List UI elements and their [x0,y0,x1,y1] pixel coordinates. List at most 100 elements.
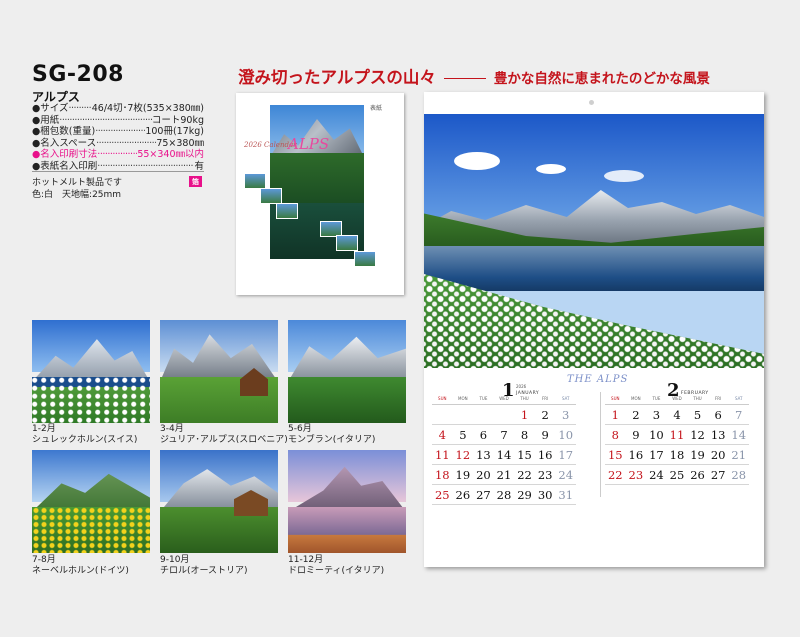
day-cell: 15 [517,447,532,462]
spec-label: ●サイズ [32,103,69,114]
day-cell: 22 [517,467,532,482]
day-cell: 30 [537,487,553,502]
day-cell: 27 [476,487,491,502]
day-cell: 17 [649,447,664,462]
day-cell: 11 [669,427,685,442]
cover-thumbnail[interactable]: 2026 Calendar ALPS 表紙 [236,93,404,295]
day-cell: 22 [607,467,623,482]
day-cell: 1 [611,407,619,422]
spec-label: ●名入印刷寸法 [32,149,98,161]
spec-item: ●用紙 コート90kg [32,115,204,127]
month-thumbnail-11-12[interactable] [288,450,406,553]
weekday-label: TUE [652,396,661,401]
month-thumbnail-9-10[interactable] [160,450,278,553]
month-year-1: 2026 [516,384,527,389]
week-row: 18 19 20 21 22 23 24 [432,465,576,485]
day-cell: 20 [710,447,726,462]
weekday-header: SUN MON TUE WED THU FRI SAT [605,396,749,405]
spec-label: ●用紙 [32,114,60,126]
caption-place: ドロミーティ(イタリア) [288,566,385,576]
cover-mini-photo [354,251,376,267]
day-cell: 17 [558,447,574,462]
weekday-label: FRI [715,396,722,401]
month-thumbnail-7-8[interactable] [32,450,150,553]
day-cell: 27 [710,467,726,482]
month-thumbnail-3-4[interactable] [160,320,278,423]
caption-place: ジュリア･アルプス(スロベニア) [160,435,288,445]
spec-leader-dots [95,126,145,138]
photo-cloud [454,152,500,170]
day-cell: 28 [496,487,512,502]
photo-cloud [536,164,566,174]
tagline-dash [443,78,486,79]
color-note: 色:白 天地幅:25mm [32,190,122,200]
day-cell: 7 [735,407,743,422]
cover-mini-photo [260,188,282,204]
spec-leader-dots [69,103,92,115]
spec-divider [32,171,204,172]
day-cell: 19 [455,467,471,482]
spec-value: 75×380㎜ [156,137,204,149]
thumb-reflection [288,506,406,553]
day-cell: 15 [607,447,623,462]
day-cell: 18 [434,467,450,482]
thumb-flowers [32,506,150,553]
caption-period: 5-6月 [288,424,312,434]
spec-label: ●名入スペース [32,137,97,149]
day-cell: 18 [669,447,685,462]
thumb-meadow [32,376,150,423]
weekday-label: MON [631,396,641,401]
weekday-label: THU [693,396,702,401]
day-cell: 29 [517,487,532,502]
day-cell: 10 [649,427,664,442]
calendar-sample-page[interactable]: THE ALPS 1 2026 JANUARY 2 FEBRUARY SUN MO… [424,92,764,567]
day-cell: 24 [649,467,664,482]
day-cell: 14 [731,427,747,442]
thumb-forest [288,376,406,423]
day-cell: 24 [558,467,574,482]
weekday-label: WED [672,396,682,401]
caption-place: ネーベルホルン(ドイツ) [32,566,129,576]
day-cell: 9 [541,427,549,442]
day-cell: 25 [434,487,450,502]
photo-cloud [604,170,644,182]
weekday-header: SUN MON TUE WED THU FRI SAT [432,396,576,405]
day-cell: 26 [455,487,471,502]
day-cell: 2 [632,407,640,422]
spec-leader-dots [59,115,152,127]
cover-mini-photo [276,203,298,219]
product-code: SG-208 [32,62,124,87]
day-cell: 2 [541,407,549,422]
month-caption: 7-8月 ネーベルホルン(ドイツ) [32,555,129,577]
weekday-label: WED [499,396,509,401]
cover-mini-photo [244,173,266,189]
cover-brand: ALPS [288,135,330,153]
weekday-label: SAT [561,396,570,401]
day-cell: 25 [669,467,685,482]
spec-label: ●梱包数(重量) [32,126,96,138]
week-row: 4 5 6 7 8 9 10 [432,425,576,445]
spec-item: ●梱包数(重量) 100冊(17kg) [32,126,204,138]
day-cell: 16 [537,447,553,462]
day-cell: 11 [434,447,450,462]
day-cell: 4 [438,427,446,442]
day-cell: 31 [558,487,574,502]
caption-period: 1-2月 [32,424,56,434]
month-caption: 3-4月 ジュリア･アルプス(スロベニア) [160,424,288,446]
day-cell: 12 [690,427,705,442]
month-thumbnail-1-2[interactable] [32,320,150,423]
month-thumbnail-5-6[interactable] [288,320,406,423]
day-cell: 16 [628,447,644,462]
month-caption: 1-2月 シュレックホルン(スイス) [32,424,137,446]
day-cell: 7 [500,427,508,442]
day-cell: 8 [520,427,529,442]
main-photo [424,114,764,368]
day-cell: 12 [455,447,471,462]
caption-place: チロル(オーストリア) [160,566,248,576]
foil-badge: 箔 [189,176,202,187]
day-cell: 3 [562,407,570,422]
caption-place: モンブラン(イタリア) [288,435,376,445]
weekday-label: FRI [542,396,549,401]
month-caption: 11-12月 ドロミーティ(イタリア) [288,555,384,577]
day-cell: 19 [690,447,705,462]
